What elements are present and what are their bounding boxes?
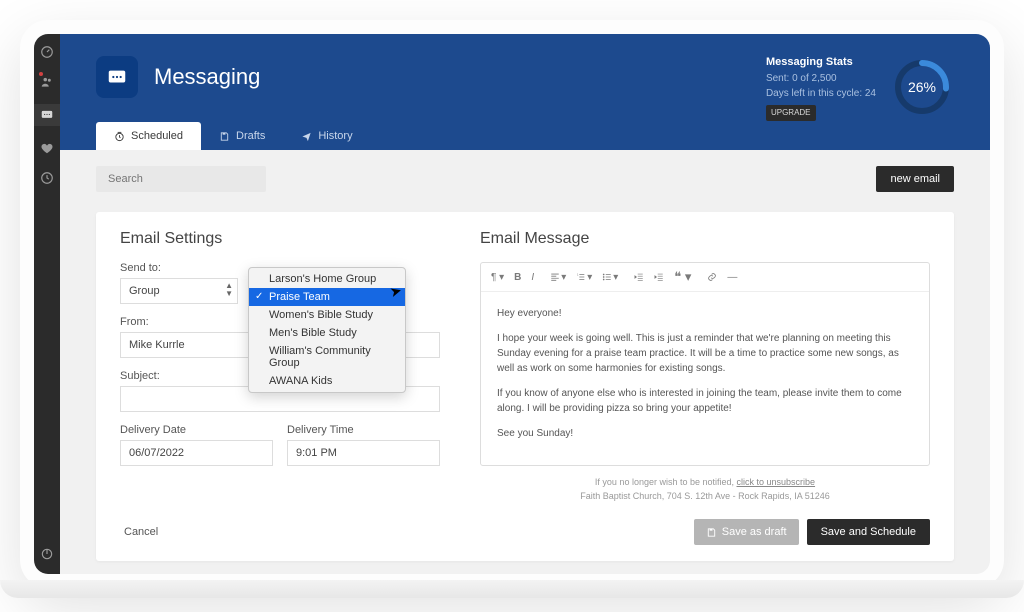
- upgrade-button[interactable]: UPGRADE: [766, 105, 816, 121]
- gauge-pct: 26%: [894, 59, 950, 115]
- body-p3: If you know of anyone else who is intere…: [497, 386, 913, 416]
- group-dropdown: Larson's Home Group Praise Team Women's …: [248, 267, 406, 393]
- dropdown-item[interactable]: Praise Team: [249, 288, 405, 306]
- paragraph-button[interactable]: ¶ ▾: [491, 272, 504, 283]
- people-icon[interactable]: [39, 74, 55, 90]
- indent-button[interactable]: [654, 272, 664, 282]
- new-email-button[interactable]: new email: [876, 166, 954, 192]
- cancel-button[interactable]: Cancel: [120, 519, 162, 545]
- outdent-button[interactable]: [634, 272, 644, 282]
- email-footer-note: If you no longer wish to be notified, cl…: [480, 476, 930, 503]
- unordered-list-button[interactable]: ▾: [602, 272, 618, 283]
- body-p4: See you Sunday!: [497, 426, 913, 441]
- screen: Messaging Messaging Stats Sent: 0 of 2,5…: [34, 34, 990, 574]
- delivery-time-label: Delivery Time: [287, 424, 440, 436]
- card-footer: Cancel Save as draft Save and Schedule: [120, 519, 930, 545]
- email-message-panel: Email Message ¶ ▾ B I: [480, 230, 930, 503]
- send-icon: [301, 131, 312, 142]
- dashboard-icon[interactable]: [39, 44, 55, 60]
- delivery-date-input[interactable]: [120, 440, 273, 466]
- email-card: Email Settings Send to: ▲▼ Larson's Home…: [96, 212, 954, 561]
- content-toolbar: new email: [96, 166, 954, 192]
- editor-toolbar: ¶ ▾ B I ▾ 1 ▾: [481, 263, 929, 292]
- search-input[interactable]: [96, 166, 266, 192]
- sidebar: [34, 34, 60, 574]
- power-icon[interactable]: [39, 546, 55, 562]
- tab-label: History: [318, 130, 352, 142]
- church-address: Faith Baptist Church, 704 S. 12th Ave - …: [580, 491, 829, 501]
- ordered-list-button[interactable]: 1 ▾: [576, 272, 592, 283]
- bold-button[interactable]: B: [514, 272, 521, 283]
- history-icon[interactable]: [39, 170, 55, 186]
- page-title: Messaging: [154, 64, 260, 90]
- dropdown-item[interactable]: Men's Bible Study: [249, 324, 405, 342]
- dropdown-item[interactable]: AWANA Kids: [249, 372, 405, 390]
- save-schedule-button[interactable]: Save and Schedule: [807, 519, 930, 545]
- body-p1: Hey everyone!: [497, 306, 913, 321]
- body-p2: I hope your week is going well. This is …: [497, 331, 913, 376]
- header: Messaging Messaging Stats Sent: 0 of 2,5…: [60, 34, 990, 150]
- save-icon: [219, 131, 230, 142]
- unsubscribe-pre: If you no longer wish to be notified,: [595, 477, 737, 487]
- unsubscribe-link[interactable]: click to unsubscribe: [737, 477, 816, 487]
- email-settings-panel: Email Settings Send to: ▲▼ Larson's Home…: [120, 230, 440, 503]
- tabs: Scheduled Drafts History: [96, 122, 954, 150]
- content: new email Email Settings Send to: ▲▼: [60, 150, 990, 574]
- svg-text:1: 1: [577, 272, 579, 276]
- dropdown-item[interactable]: Larson's Home Group: [249, 270, 405, 288]
- italic-button[interactable]: I: [531, 272, 534, 283]
- delivery-time-input[interactable]: [287, 440, 440, 466]
- laptop-frame: Messaging Messaging Stats Sent: 0 of 2,5…: [20, 20, 1004, 588]
- stats-sent: Sent: 0 of 2,500: [766, 71, 876, 86]
- stats-days: Days left in this cycle: 24: [766, 86, 876, 101]
- stats-title: Messaging Stats: [766, 54, 876, 71]
- editor-body[interactable]: Hey everyone! I hope your week is going …: [481, 292, 929, 465]
- settings-title: Email Settings: [120, 230, 440, 248]
- usage-gauge: 26%: [894, 59, 950, 115]
- quote-button[interactable]: ❝ ▾: [674, 269, 691, 285]
- save-draft-button[interactable]: Save as draft: [694, 519, 799, 545]
- dropdown-item[interactable]: William's Community Group: [249, 342, 405, 372]
- main: Messaging Messaging Stats Sent: 0 of 2,5…: [60, 34, 990, 574]
- message-title: Email Message: [480, 230, 930, 248]
- editor: ¶ ▾ B I ▾ 1 ▾: [480, 262, 930, 466]
- align-button[interactable]: ▾: [550, 272, 566, 283]
- giving-icon[interactable]: [39, 140, 55, 156]
- save-draft-label: Save as draft: [722, 526, 787, 538]
- tab-history[interactable]: History: [283, 122, 370, 150]
- tab-label: Drafts: [236, 130, 265, 142]
- tab-drafts[interactable]: Drafts: [201, 122, 283, 150]
- link-button[interactable]: [707, 272, 717, 282]
- select-arrows-icon: ▲▼: [225, 282, 233, 298]
- tab-label: Scheduled: [131, 130, 183, 142]
- delivery-date-label: Delivery Date: [120, 424, 273, 436]
- messaging-stats: Messaging Stats Sent: 0 of 2,500 Days le…: [766, 54, 950, 121]
- messaging-icon[interactable]: [34, 104, 60, 126]
- send-to-select[interactable]: [120, 278, 238, 304]
- clock-icon: [114, 131, 125, 142]
- save-icon: [706, 527, 717, 538]
- hr-button[interactable]: —: [727, 272, 737, 283]
- app-icon: [96, 56, 138, 98]
- dropdown-item[interactable]: Women's Bible Study: [249, 306, 405, 324]
- tab-scheduled[interactable]: Scheduled: [96, 122, 201, 150]
